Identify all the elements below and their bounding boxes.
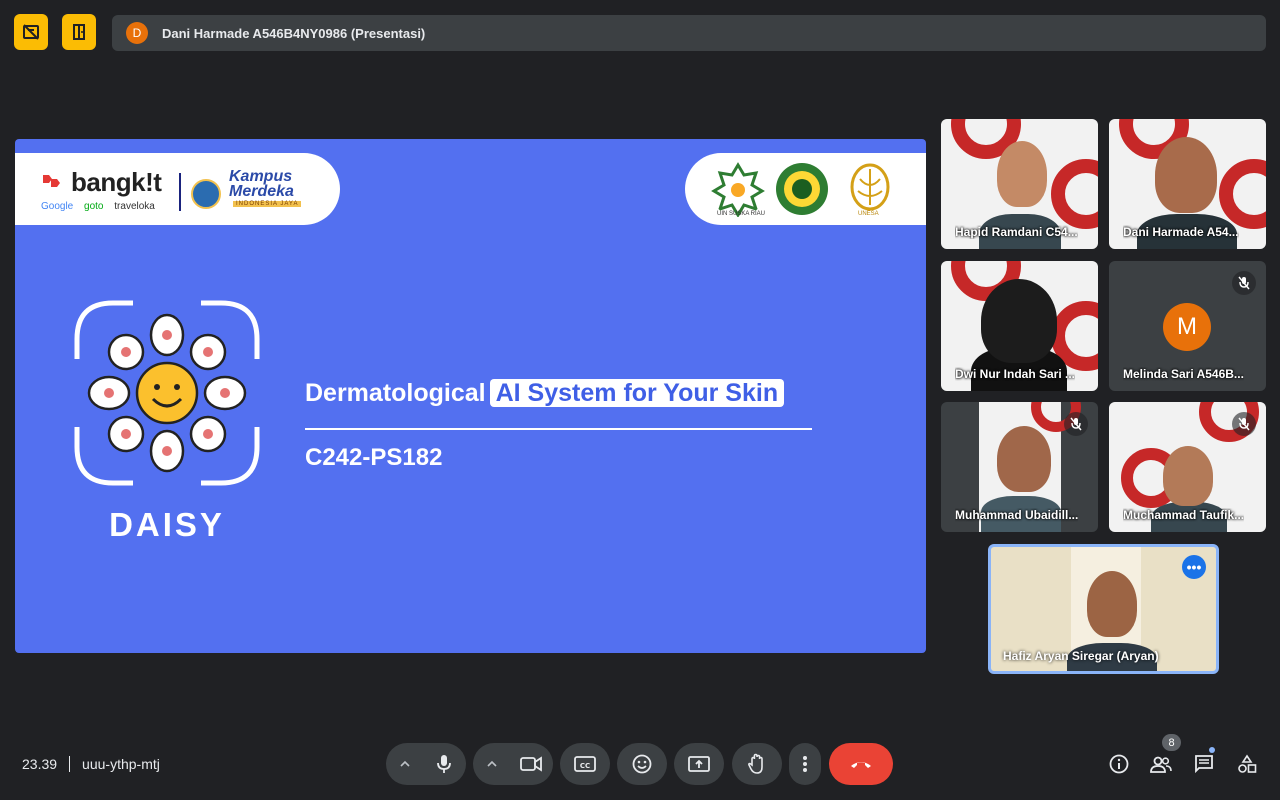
kampus-line-1: Kampus	[229, 168, 293, 185]
call-end-icon	[851, 762, 871, 768]
participant-tile[interactable]: Hapid Ramdani C54...	[941, 119, 1098, 249]
meeting-details-button[interactable]	[1105, 750, 1133, 778]
participant-name: Muchammad Taufik...	[1123, 508, 1245, 522]
participant-tile[interactable]: Dwi Nur Indah Sari ...	[941, 261, 1098, 391]
more-options-button[interactable]: •••	[1182, 555, 1206, 579]
bangkit-wordmark: bangk!t	[71, 167, 162, 197]
captions-button[interactable]: CC	[560, 743, 610, 785]
mic-off-icon	[1064, 412, 1088, 436]
participant-name: Dani Harmade A54...	[1123, 225, 1239, 239]
more-options-menu-button[interactable]	[789, 743, 821, 785]
product-name: DAISY	[109, 506, 225, 543]
participant-tile[interactable]: Muchammad Taufik...	[1109, 402, 1266, 532]
chat-button[interactable]	[1190, 750, 1218, 778]
participant-face	[1087, 571, 1137, 637]
chat-notification-dot	[1209, 747, 1215, 753]
daisy-logo-icon	[74, 300, 260, 486]
meeting-info: 23.39 uuu-ythp-mtj	[22, 756, 160, 772]
university-2-logo-icon	[776, 163, 828, 215]
participant-name: Muhammad Ubaidill...	[955, 508, 1079, 522]
hide-tiles-icon	[23, 24, 39, 40]
raise-hand-icon	[748, 753, 763, 774]
leave-call-button[interactable]	[829, 743, 893, 785]
participant-face	[1155, 137, 1217, 213]
uin-suska-caption: UIN SUSKA RIAU	[717, 211, 766, 217]
clock-time: 23.39	[22, 756, 58, 772]
audio-options-button[interactable]	[387, 743, 423, 785]
partner-google: Google	[41, 201, 74, 212]
headline-part-1: Dermatological	[305, 379, 486, 407]
slide-headline: Dermatological AI System for Your Skin	[305, 379, 785, 408]
raise-hand-button[interactable]	[732, 743, 782, 785]
kampus-merdeka-subtitle: INDONESIA JAYA	[233, 201, 302, 207]
unesa-logo-icon	[850, 163, 890, 211]
partner-names: Google goto traveloka	[41, 201, 163, 212]
camera-control-group	[473, 743, 553, 785]
chat-icon	[1195, 755, 1213, 774]
partner-goto: goto	[84, 201, 104, 212]
headline-underline	[305, 428, 812, 430]
participant-face	[981, 279, 1057, 363]
present-to-all-icon	[688, 756, 710, 772]
mic-button[interactable]	[423, 743, 465, 785]
participant-name: Hapid Ramdani C54...	[955, 225, 1078, 239]
self-name: Hafiz Aryan Siregar (Aryan)	[1003, 649, 1159, 663]
layout-button[interactable]	[62, 14, 96, 50]
activities-button[interactable]	[1233, 750, 1261, 778]
kampus-merdeka-title: Kampus Merdeka	[229, 168, 294, 200]
presentation-slide: bangk!t Google goto traveloka Kampus Mer…	[15, 139, 926, 653]
presenter-avatar: D	[126, 22, 148, 44]
participant-name: Melinda Sari A546B...	[1123, 367, 1244, 381]
svg-text:CC: CC	[580, 762, 590, 770]
participant-face	[997, 141, 1047, 207]
participant-tile[interactable]: Muhammad Ubaidill...	[941, 402, 1098, 532]
emoji-reaction-button[interactable]	[617, 743, 667, 785]
presenter-bar[interactable]: D Dani Harmade A546B4NY0986 (Presentasi)	[112, 15, 1266, 51]
mic-icon	[437, 755, 451, 773]
uin-suska-logo-icon	[711, 162, 765, 217]
chevron-up-icon	[400, 760, 410, 767]
chevron-up-icon	[487, 760, 497, 767]
present-screen-button[interactable]	[674, 743, 724, 785]
more-vert-icon	[803, 756, 807, 772]
participant-tile[interactable]: Dani Harmade A54...	[1109, 119, 1266, 249]
kemdikbud-logo-icon	[191, 179, 221, 209]
meeting-code: uuu-ythp-mtj	[82, 756, 160, 772]
participant-face	[997, 426, 1051, 492]
participant-name: Dwi Nur Indah Sari ...	[955, 367, 1076, 381]
participant-avatar: M	[1163, 303, 1211, 351]
people-button[interactable]	[1147, 750, 1175, 778]
participant-tile[interactable]: M Melinda Sari A546B...	[1109, 261, 1266, 391]
people-count-badge: 8	[1162, 734, 1181, 751]
mic-control-group	[386, 743, 466, 785]
self-view-tile[interactable]: ••• Hafiz Aryan Siregar (Aryan)	[988, 544, 1219, 674]
info-icon	[1109, 754, 1129, 774]
emoji-icon	[632, 754, 652, 774]
presenter-label: Dani Harmade A546B4NY0986 (Presentasi)	[162, 25, 426, 41]
unesa-caption: UNESA	[858, 211, 879, 217]
hide-tiles-button[interactable]	[14, 14, 48, 50]
bangkit-logo-icon	[43, 175, 60, 187]
participant-face	[1163, 446, 1213, 506]
team-code: C242-PS182	[305, 444, 443, 471]
videocam-icon	[520, 756, 542, 772]
closed-captions-icon: CC	[574, 756, 596, 772]
mic-off-icon	[1232, 412, 1256, 436]
video-options-button[interactable]	[474, 743, 510, 785]
people-icon	[1150, 756, 1172, 773]
headline-highlight: AI System for Your Skin	[489, 379, 785, 407]
camera-button[interactable]	[510, 743, 552, 785]
more-horiz-icon: •••	[1186, 559, 1202, 575]
activities-icon	[1238, 754, 1257, 773]
kampus-line-2: Merdeka	[229, 183, 294, 200]
logo-divider	[179, 173, 181, 211]
partner-traveloka: traveloka	[114, 201, 155, 212]
mic-off-icon	[1232, 271, 1256, 295]
info-separator	[69, 756, 71, 772]
door-icon	[73, 24, 85, 40]
